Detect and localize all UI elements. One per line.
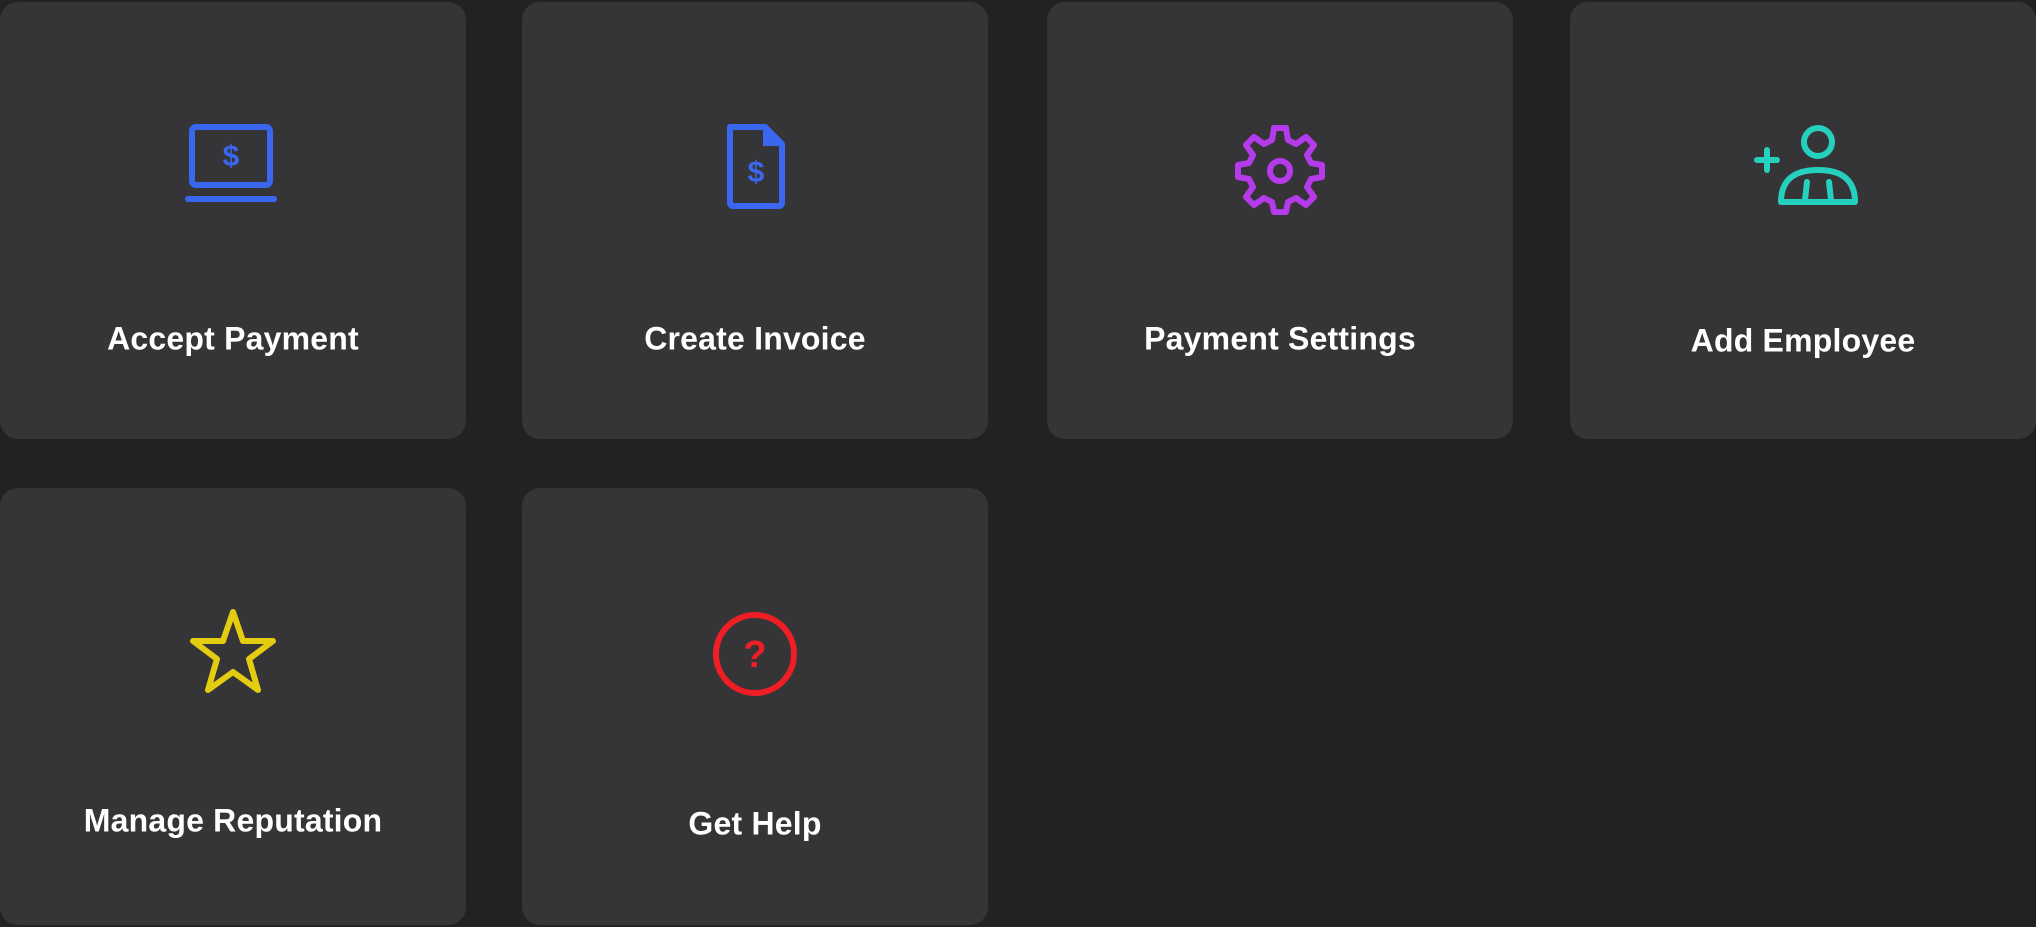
star-icon: [185, 606, 281, 702]
add-user-icon: [1754, 120, 1858, 216]
get-help-button[interactable]: ? Get Help: [522, 488, 988, 925]
svg-text:$: $: [748, 156, 765, 189]
question-circle-icon: ?: [707, 606, 803, 702]
tile-label: Payment Settings: [1144, 320, 1416, 357]
tile-label: Add Employee: [1690, 322, 1916, 359]
laptop-dollar-icon: $: [185, 120, 281, 216]
document-dollar-icon: $: [707, 120, 803, 216]
gear-icon: [1232, 120, 1328, 216]
tile-label: Get Help: [688, 805, 822, 842]
tile-label: Manage Reputation: [83, 802, 383, 839]
create-invoice-button[interactable]: $ Create Invoice: [522, 2, 988, 439]
add-employee-button[interactable]: Add Employee: [1570, 2, 2036, 439]
tile-label: Accept Payment: [107, 320, 359, 357]
svg-text:?: ?: [743, 634, 766, 676]
manage-reputation-button[interactable]: Manage Reputation: [0, 488, 466, 925]
payment-settings-button[interactable]: Payment Settings: [1047, 2, 1513, 439]
tile-label: Create Invoice: [644, 320, 866, 357]
svg-text:$: $: [223, 140, 240, 173]
accept-payment-button[interactable]: $ Accept Payment: [0, 2, 466, 439]
